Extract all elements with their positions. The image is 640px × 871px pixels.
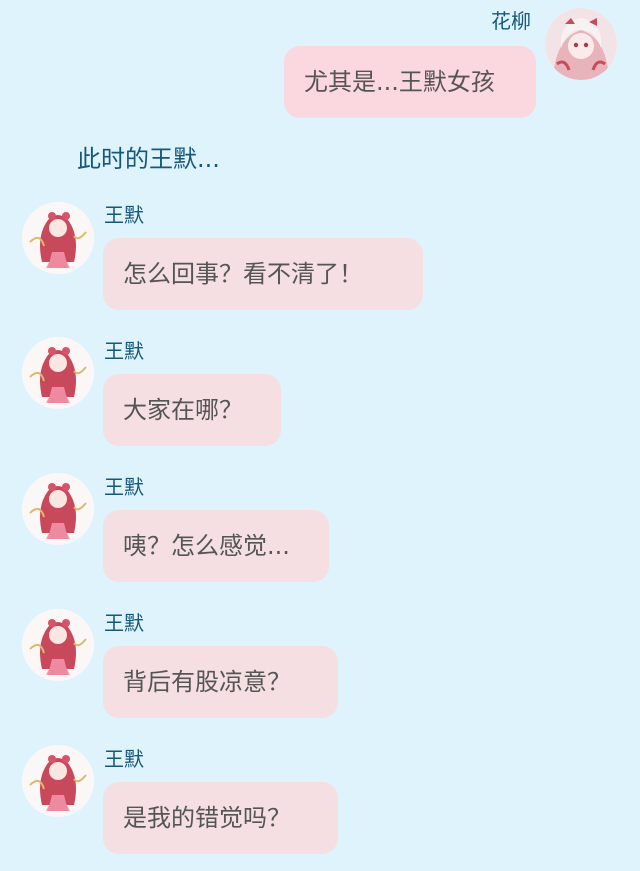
message-bubble: 背后有股凉意？ (103, 646, 338, 718)
sender-name: 花柳 (491, 9, 531, 33)
pink-dress-girl-avatar-icon[interactable] (22, 609, 94, 681)
message-bubble: 大家在哪？ (103, 374, 281, 446)
narration-text: 此时的王默... (77, 145, 220, 173)
sender-name: 王默 (104, 747, 144, 771)
pink-dress-girl-avatar-icon[interactable] (22, 473, 94, 545)
self-message: 花柳 尤其是...王默女孩 (0, 0, 640, 130)
message-bubble: 尤其是...王默女孩 (284, 46, 536, 118)
chat-message: 王默 背后有股凉意？ (0, 607, 640, 727)
sender-name: 王默 (104, 611, 144, 635)
pink-white-character-avatar-icon[interactable] (545, 8, 617, 80)
chat-message: 王默 咦？怎么感觉... (0, 471, 640, 591)
sender-name: 王默 (104, 203, 144, 227)
chat-message: 王默 是我的错觉吗？ (0, 743, 640, 863)
message-bubble: 是我的错觉吗？ (103, 782, 338, 854)
sender-name: 王默 (104, 475, 144, 499)
message-bubble: 怎么回事？看不清了！ (103, 238, 423, 310)
pink-dress-girl-avatar-icon[interactable] (22, 745, 94, 817)
chat-message: 王默 怎么回事？看不清了！ (0, 198, 640, 318)
pink-dress-girl-avatar-icon[interactable] (22, 202, 94, 274)
message-bubble: 咦？怎么感觉... (103, 510, 329, 582)
chat-message: 王默 大家在哪？ (0, 335, 640, 455)
sender-name: 王默 (104, 339, 144, 363)
pink-dress-girl-avatar-icon[interactable] (22, 337, 94, 409)
